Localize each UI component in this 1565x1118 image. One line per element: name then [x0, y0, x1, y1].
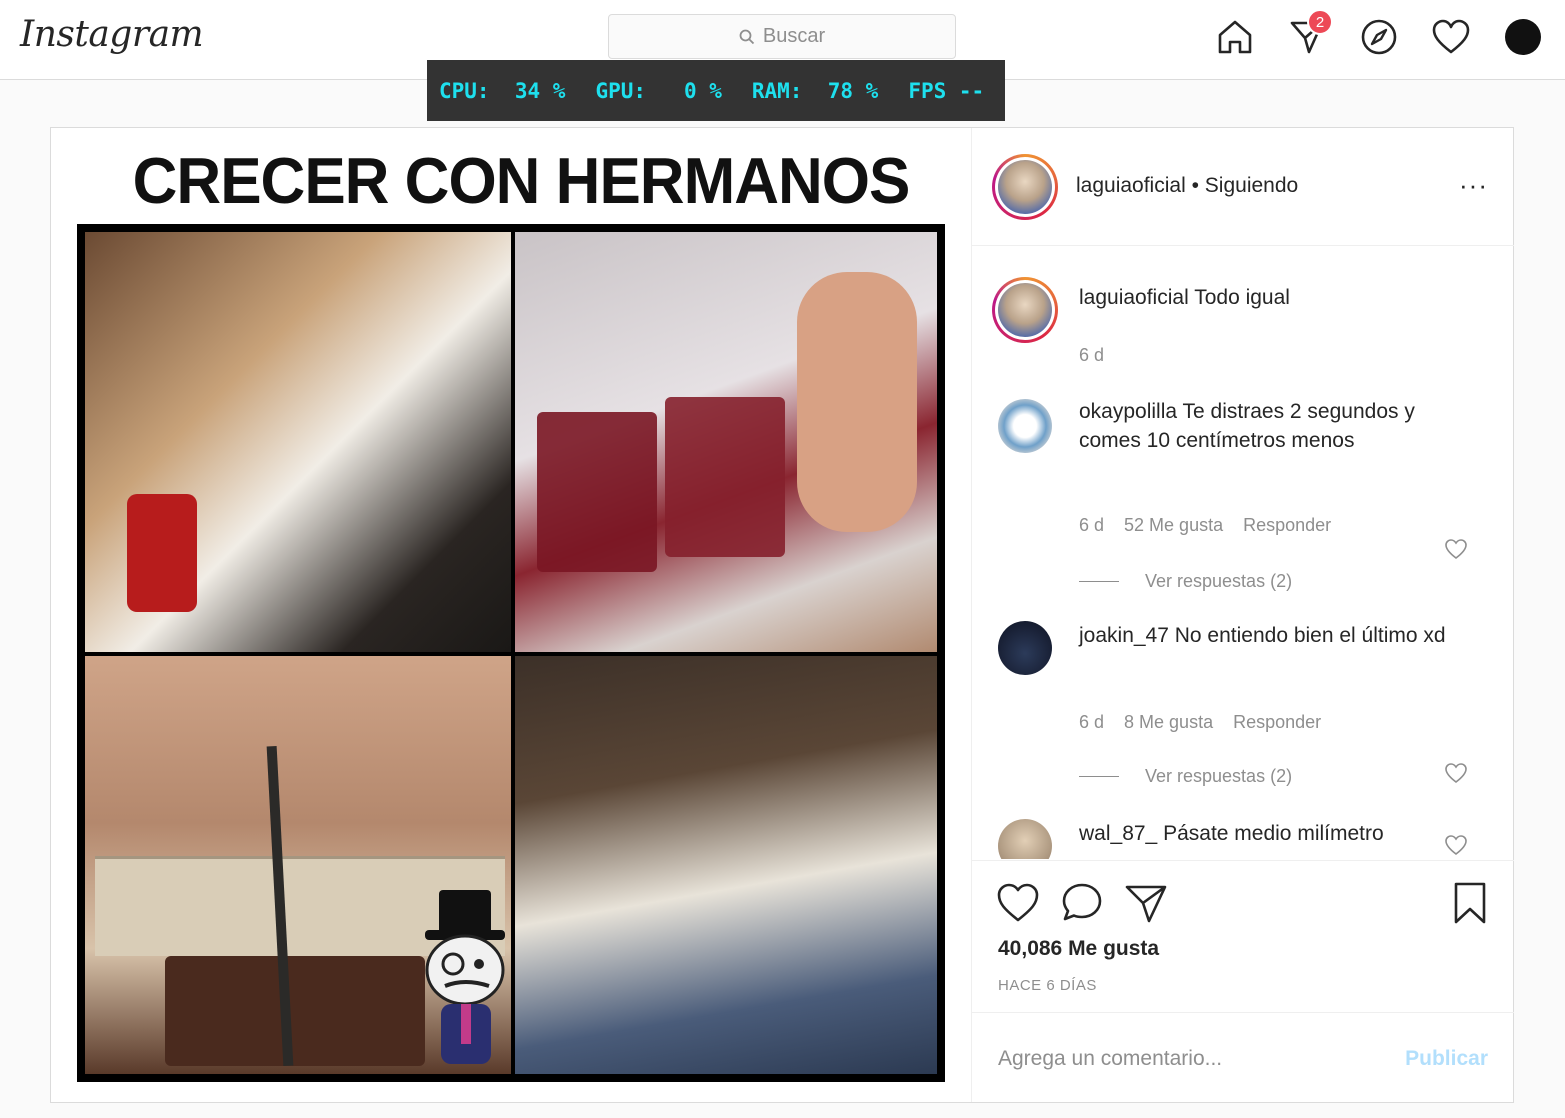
- soda-can: [127, 494, 197, 612]
- author-line: laguiaoficial • Siguiendo: [1076, 174, 1298, 198]
- notification-badge: 2: [1307, 9, 1333, 35]
- meme-panel-burger: [85, 232, 511, 652]
- replies-divider: [1079, 581, 1119, 582]
- home-icon[interactable]: [1213, 15, 1257, 59]
- reply-button[interactable]: Responder: [1243, 515, 1331, 536]
- comment-bubble-icon[interactable]: [1060, 881, 1104, 925]
- publish-button[interactable]: Publicar: [1405, 1047, 1488, 1071]
- gpu-readout: GPU: 0 %: [595, 78, 722, 103]
- save-bookmark-icon[interactable]: [1448, 881, 1492, 925]
- comment-likes[interactable]: 52 Me gusta: [1124, 515, 1223, 536]
- author-avatar[interactable]: [992, 154, 1058, 220]
- separator-dot: •: [1191, 174, 1199, 197]
- reply-button[interactable]: Responder: [1233, 712, 1321, 733]
- comment-like-heart-icon[interactable]: [1444, 761, 1468, 785]
- comment-text: No entiendo bien el último xd: [1174, 624, 1446, 647]
- nav-icons: 2: [1185, 9, 1545, 59]
- post-actions: 40,086 Me gusta HACE 6 DÍAS: [972, 860, 1514, 1012]
- comment-meta: 6 d 8 Me gusta Responder: [1079, 712, 1341, 733]
- meme-panel-glasses: [515, 232, 937, 652]
- comment-time: 6 d: [1079, 515, 1105, 535]
- direct-messages-icon[interactable]: 2: [1285, 9, 1333, 59]
- post-header: laguiaoficial • Siguiendo ···: [972, 128, 1514, 246]
- comment-input[interactable]: [998, 1037, 1378, 1081]
- ram-readout: RAM: 78 %: [751, 78, 879, 103]
- performance-overlay: CPU: 34 % GPU: 0 % RAM: 78 % FPS --: [427, 60, 1005, 121]
- activity-heart-icon[interactable]: [1429, 15, 1473, 59]
- comment-like-heart-icon[interactable]: [1444, 537, 1468, 561]
- caption-username[interactable]: laguiaoficial: [1079, 286, 1189, 309]
- explore-compass-icon[interactable]: [1357, 15, 1401, 59]
- caption-avatar-image: [998, 283, 1052, 337]
- view-replies-label: Ver respuestas (2): [1145, 571, 1293, 591]
- profile-picture: [1505, 19, 1541, 55]
- chocolate-bar: [165, 956, 425, 1066]
- meme-title: CRECER CON HERMANOS: [132, 145, 911, 218]
- caption: laguiaoficial Todo igual: [1079, 283, 1449, 312]
- view-replies[interactable]: Ver respuestas (2): [1079, 766, 1292, 787]
- replies-divider: [1079, 776, 1119, 777]
- search-placeholder: Buscar: [762, 25, 826, 47]
- comments-list[interactable]: laguiaoficial Todo igual 6 d okaypolilla…: [972, 247, 1514, 859]
- like-heart-icon[interactable]: [996, 881, 1040, 925]
- caption-time: 6 d: [1079, 345, 1105, 365]
- follow-status[interactable]: Siguiendo: [1205, 174, 1298, 197]
- monocle-gentleman-icon: [425, 890, 505, 1064]
- post-media[interactable]: CRECER CON HERMANOS: [51, 128, 971, 1102]
- juice-glass: [665, 397, 785, 557]
- post-time: HACE 6 DÍAS: [998, 977, 1097, 994]
- author-avatar-image: [998, 160, 1052, 214]
- fps-readout: FPS --: [908, 78, 985, 103]
- post-card: CRECER CON HERMANOS laguiaoficial • Sigu…: [50, 127, 1514, 1103]
- caption-avatar[interactable]: [992, 277, 1058, 343]
- comment-text: Pásate medio milímetro: [1163, 822, 1384, 845]
- search-box[interactable]: Buscar: [608, 14, 956, 59]
- comment-avatar[interactable]: [998, 399, 1052, 453]
- comment: joakin_47 No entiendo bien el último xd: [1079, 621, 1449, 650]
- comment-username[interactable]: wal_87_: [1079, 822, 1157, 845]
- post-sidebar: laguiaoficial • Siguiendo ··· laguiaofic…: [971, 128, 1514, 1102]
- child-face: [797, 272, 917, 532]
- comment-avatar[interactable]: [998, 621, 1052, 675]
- caption-text: Todo igual: [1194, 286, 1290, 309]
- caption-meta: 6 d: [1079, 345, 1124, 366]
- instagram-logo[interactable]: Instagram: [20, 14, 204, 55]
- share-icon[interactable]: [1124, 881, 1168, 925]
- cpu-readout: CPU: 34 %: [439, 78, 566, 103]
- author-username[interactable]: laguiaoficial: [1076, 174, 1186, 197]
- like-count[interactable]: 40,086 Me gusta: [998, 937, 1159, 961]
- juice-glass: [537, 412, 657, 572]
- view-replies-label: Ver respuestas (2): [1145, 766, 1293, 786]
- comment-time: 6 d: [1079, 712, 1105, 732]
- comment-username[interactable]: okaypolilla: [1079, 400, 1177, 423]
- comment-meta: 6 d 52 Me gusta Responder: [1079, 515, 1351, 536]
- profile-avatar[interactable]: [1501, 15, 1545, 59]
- comment: okaypolilla Te distraes 2 segundos y com…: [1079, 397, 1449, 455]
- comment-avatar[interactable]: [998, 819, 1052, 859]
- comment: wal_87_ Pásate medio milímetro: [1079, 819, 1449, 848]
- meme-panel-table: [515, 656, 937, 1074]
- view-replies[interactable]: Ver respuestas (2): [1079, 571, 1292, 592]
- comment-like-heart-icon[interactable]: [1444, 833, 1468, 857]
- add-comment-bar: Publicar: [972, 1012, 1514, 1102]
- search-icon: [739, 29, 755, 45]
- more-options-icon[interactable]: ···: [1459, 170, 1488, 201]
- comment-likes[interactable]: 8 Me gusta: [1124, 712, 1213, 733]
- comment-username[interactable]: joakin_47: [1079, 624, 1169, 647]
